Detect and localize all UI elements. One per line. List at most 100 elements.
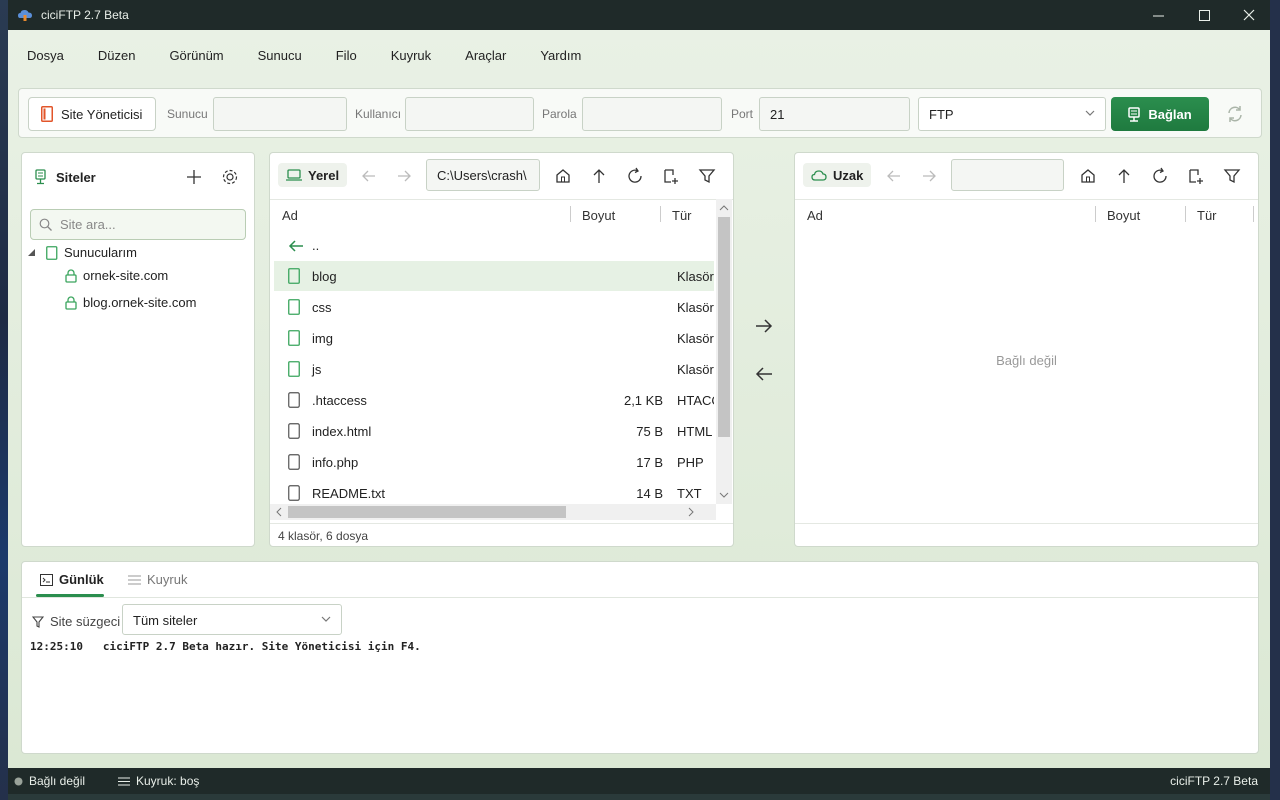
tab-queue[interactable]: Kuyruk <box>128 572 187 587</box>
menu-araclar[interactable]: Araçlar <box>446 44 521 68</box>
file-icon <box>288 454 300 470</box>
home-icon[interactable] <box>554 167 572 185</box>
menu-sunucu[interactable]: Sunucu <box>239 44 317 68</box>
file-size: 75 B <box>636 424 663 439</box>
file-size: 14 B <box>636 486 663 501</box>
back-arrow-icon[interactable] <box>885 167 903 185</box>
col-size[interactable]: Boyut <box>582 208 615 223</box>
menu-duzen[interactable]: Düzen <box>79 44 151 68</box>
port-input[interactable]: 21 <box>759 97 910 131</box>
col-type[interactable]: Tür <box>672 208 692 223</box>
back-arrow-icon[interactable] <box>360 167 378 185</box>
file-row[interactable]: js Klasör <box>274 354 714 384</box>
file-row[interactable]: info.php 17 B PHP <box>274 447 714 477</box>
close-button[interactable] <box>1226 0 1272 30</box>
add-site-icon[interactable] <box>186 169 202 185</box>
refresh-icon[interactable] <box>626 167 644 185</box>
scroll-down-icon[interactable] <box>716 488 732 502</box>
host-input[interactable] <box>213 97 347 131</box>
site-filter-value: Tüm siteler <box>133 613 198 628</box>
file-icon <box>288 392 300 408</box>
reconnect-button[interactable] <box>1225 104 1245 124</box>
lock-icon <box>65 295 77 310</box>
cloud-icon <box>811 170 827 181</box>
home-icon[interactable] <box>1079 167 1097 185</box>
file-row[interactable]: css Klasör <box>274 292 714 322</box>
queue-status[interactable]: Kuyruk: boş <box>118 774 199 788</box>
file-type: Klasör <box>677 269 714 284</box>
file-row[interactable]: img Klasör <box>274 323 714 353</box>
new-folder-icon[interactable] <box>662 167 680 185</box>
lock-icon <box>65 268 77 283</box>
col-name[interactable]: Ad <box>807 208 823 223</box>
log-tabs: Günlük Kuyruk <box>22 562 1258 598</box>
scrollbar-thumb[interactable] <box>718 217 730 437</box>
download-arrow-icon[interactable] <box>754 364 774 384</box>
window-title: ciciFTP 2.7 Beta <box>41 8 129 22</box>
column-separator[interactable] <box>1185 206 1186 222</box>
up-arrow-icon[interactable] <box>590 167 608 185</box>
refresh-icon[interactable] <box>1151 167 1169 185</box>
local-vertical-scrollbar[interactable] <box>716 199 732 504</box>
new-folder-icon[interactable] <box>1187 167 1205 185</box>
gear-icon[interactable] <box>221 168 239 186</box>
file-row[interactable]: .htaccess 2,1 KB HTACCESS <box>274 385 714 415</box>
menu-filo[interactable]: Filo <box>317 44 372 68</box>
file-row[interactable]: index.html 75 B HTML <box>274 416 714 446</box>
site-item-label: blog.ornek-site.com <box>83 295 197 310</box>
file-icon <box>288 485 300 501</box>
minimize-button[interactable] <box>1135 0 1181 30</box>
col-name[interactable]: Ad <box>282 208 298 223</box>
col-size[interactable]: Boyut <box>1107 208 1140 223</box>
tree-folder-sunucularim[interactable]: Sunucularım <box>28 245 137 260</box>
connect-button[interactable]: Bağlan <box>1111 97 1209 131</box>
file-size: 2,1 KB <box>623 393 663 408</box>
site-filter-label-text: Site süzgeci <box>50 614 121 629</box>
file-type: Klasör <box>677 331 714 346</box>
site-item-blog[interactable]: blog.ornek-site.com <box>65 295 196 310</box>
site-filter-select[interactable]: Tüm siteler <box>122 604 342 635</box>
forward-arrow-icon[interactable] <box>395 167 413 185</box>
parent-dir-row[interactable]: .. <box>274 230 714 260</box>
menu-gorunum[interactable]: Görünüm <box>150 44 238 68</box>
file-type: TXT <box>677 486 702 501</box>
forward-arrow-icon[interactable] <box>920 167 938 185</box>
menu-kuyruk[interactable]: Kuyruk <box>372 44 446 68</box>
sites-title: Siteler <box>56 169 96 185</box>
col-type[interactable]: Tür <box>1197 208 1217 223</box>
up-arrow-icon[interactable] <box>1115 167 1133 185</box>
site-item-ornek[interactable]: ornek-site.com <box>65 268 168 283</box>
site-search-input[interactable]: Site ara... <box>30 209 246 240</box>
local-horizontal-scrollbar[interactable] <box>270 504 716 520</box>
local-path-input[interactable]: C:\Users\crash\ <box>426 159 540 191</box>
maximize-icon <box>1198 9 1210 21</box>
filter-icon[interactable] <box>698 167 716 185</box>
filter-icon[interactable] <box>1223 167 1241 185</box>
menu-dosya[interactable]: Dosya <box>8 44 79 68</box>
log-line: 12:25:10 ciciFTP 2.7 Beta hazır. Site Yö… <box>30 640 421 653</box>
file-row[interactable]: blog Klasör <box>274 261 714 291</box>
scroll-up-icon[interactable] <box>716 201 732 215</box>
protocol-select[interactable]: FTP <box>918 97 1106 131</box>
site-manager-button[interactable]: Site Yöneticisi <box>28 97 156 131</box>
menu-yardim[interactable]: Yardım <box>521 44 596 68</box>
password-input[interactable] <box>582 97 722 131</box>
column-separator[interactable] <box>1253 206 1254 222</box>
column-separator[interactable] <box>660 206 661 222</box>
folder-icon <box>288 361 300 377</box>
remote-path-input[interactable] <box>951 159 1064 191</box>
user-input[interactable] <box>405 97 534 131</box>
connection-status: Bağlı değil <box>14 774 85 788</box>
local-tab[interactable]: Yerel <box>278 163 348 187</box>
upload-arrow-icon[interactable] <box>754 316 774 336</box>
scroll-left-icon[interactable] <box>272 504 286 520</box>
scroll-right-icon[interactable] <box>684 504 698 520</box>
scrollbar-thumb[interactable] <box>288 506 566 518</box>
tab-log[interactable]: Günlük <box>40 572 104 587</box>
remote-tab[interactable]: Uzak <box>803 163 872 187</box>
column-separator[interactable] <box>570 206 571 222</box>
column-separator[interactable] <box>1095 206 1096 222</box>
file-row[interactable]: README.txt 14 B TXT <box>274 478 714 504</box>
remote-tab-label: Uzak <box>833 167 864 183</box>
maximize-button[interactable] <box>1181 0 1227 30</box>
